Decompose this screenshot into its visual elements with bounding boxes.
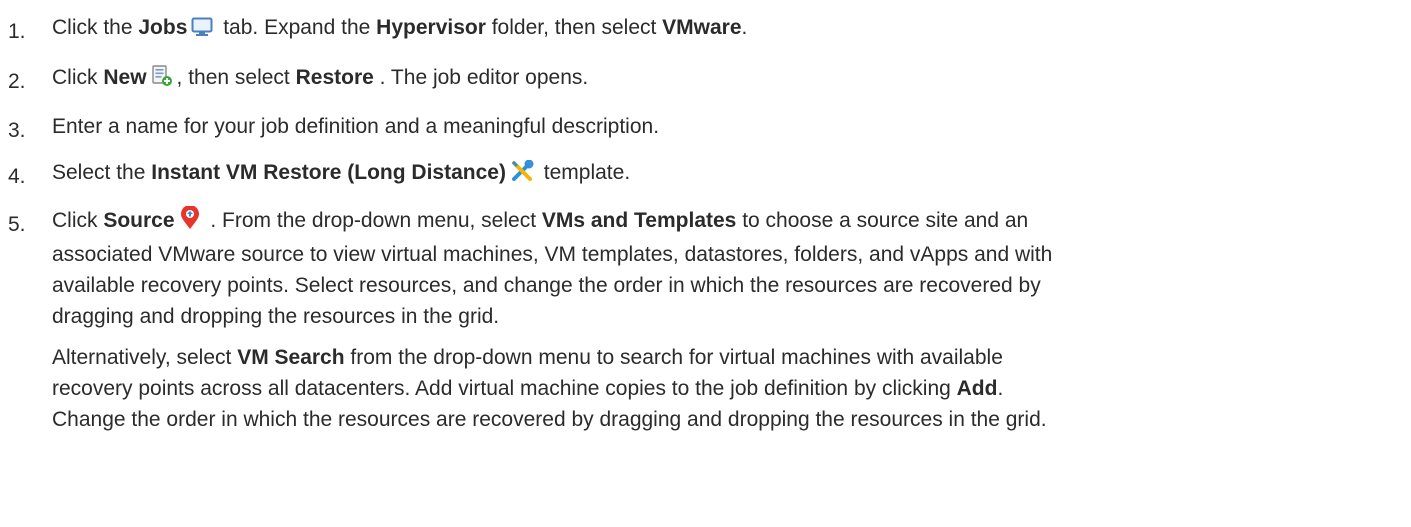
step-number: 2. (8, 70, 26, 93)
jobs-label: Jobs (138, 16, 188, 39)
step-number: 4. (8, 165, 26, 188)
step-text: associated VMware source to view virtual… (52, 243, 1053, 266)
step-number: 3. (8, 119, 26, 142)
step-3: 3. Enter a name for your job definition … (8, 111, 1403, 146)
new-label: New (103, 66, 147, 89)
map-pin-icon (179, 205, 201, 239)
template-name: Instant VM Restore (Long Distance) (151, 161, 506, 184)
step-text: Click (52, 209, 104, 232)
step-text: Change the order in which the resources … (52, 408, 1047, 431)
step-text: available recovery points. Select resour… (52, 274, 1041, 297)
monitor-icon (191, 15, 213, 46)
step-text: Click (52, 66, 104, 89)
alternative-paragraph: Alternatively, select VM Search from the… (52, 342, 1403, 435)
vms-and-templates-label: VMs and Templates (541, 209, 737, 232)
step-5: 5. Click Source . From the drop-down men… (8, 205, 1403, 435)
step-number: 5. (8, 213, 26, 236)
tools-icon (510, 159, 534, 191)
step-text: . From the drop-down menu, select (204, 209, 542, 232)
step-text: folder, then select (485, 16, 663, 39)
step-text: tab. Expand the (217, 16, 377, 39)
step-text: Enter a name for your job definition and… (52, 115, 660, 138)
step-2: 2. Click New , then select Restore . The … (8, 62, 1403, 97)
hypervisor-label: Hypervisor (376, 16, 486, 39)
step-text: Select the (52, 161, 152, 184)
step-text: . (997, 377, 1004, 400)
step-text: , then select (176, 66, 296, 89)
vm-search-label: VM Search (237, 346, 345, 369)
step-text: . (741, 16, 748, 39)
step-1: 1. Click the Jobs tab. Expand the Hyperv… (8, 12, 1403, 47)
step-text: recovery points across all datacenters. … (52, 377, 957, 400)
step-text: to choose a source site and an (736, 209, 1029, 232)
vmware-label: VMware (662, 16, 742, 39)
step-text: Click the (52, 16, 139, 39)
instruction-document: 1. Click the Jobs tab. Expand the Hyperv… (0, 0, 1411, 527)
step-4: 4. Select the Instant VM Restore (Long D… (8, 157, 1403, 192)
restore-label: Restore (295, 66, 374, 89)
source-label: Source (103, 209, 175, 232)
step-text: template. (537, 161, 631, 184)
add-label: Add (956, 377, 998, 400)
step-number: 1. (8, 20, 26, 43)
step-text: from the drop-down menu to search for vi… (344, 346, 1003, 369)
new-job-icon (151, 65, 173, 96)
step-text: dragging and dropping the resources in t… (52, 305, 500, 328)
step-text: . The job editor opens. (373, 66, 589, 89)
step-text: Alternatively, select (52, 346, 238, 369)
